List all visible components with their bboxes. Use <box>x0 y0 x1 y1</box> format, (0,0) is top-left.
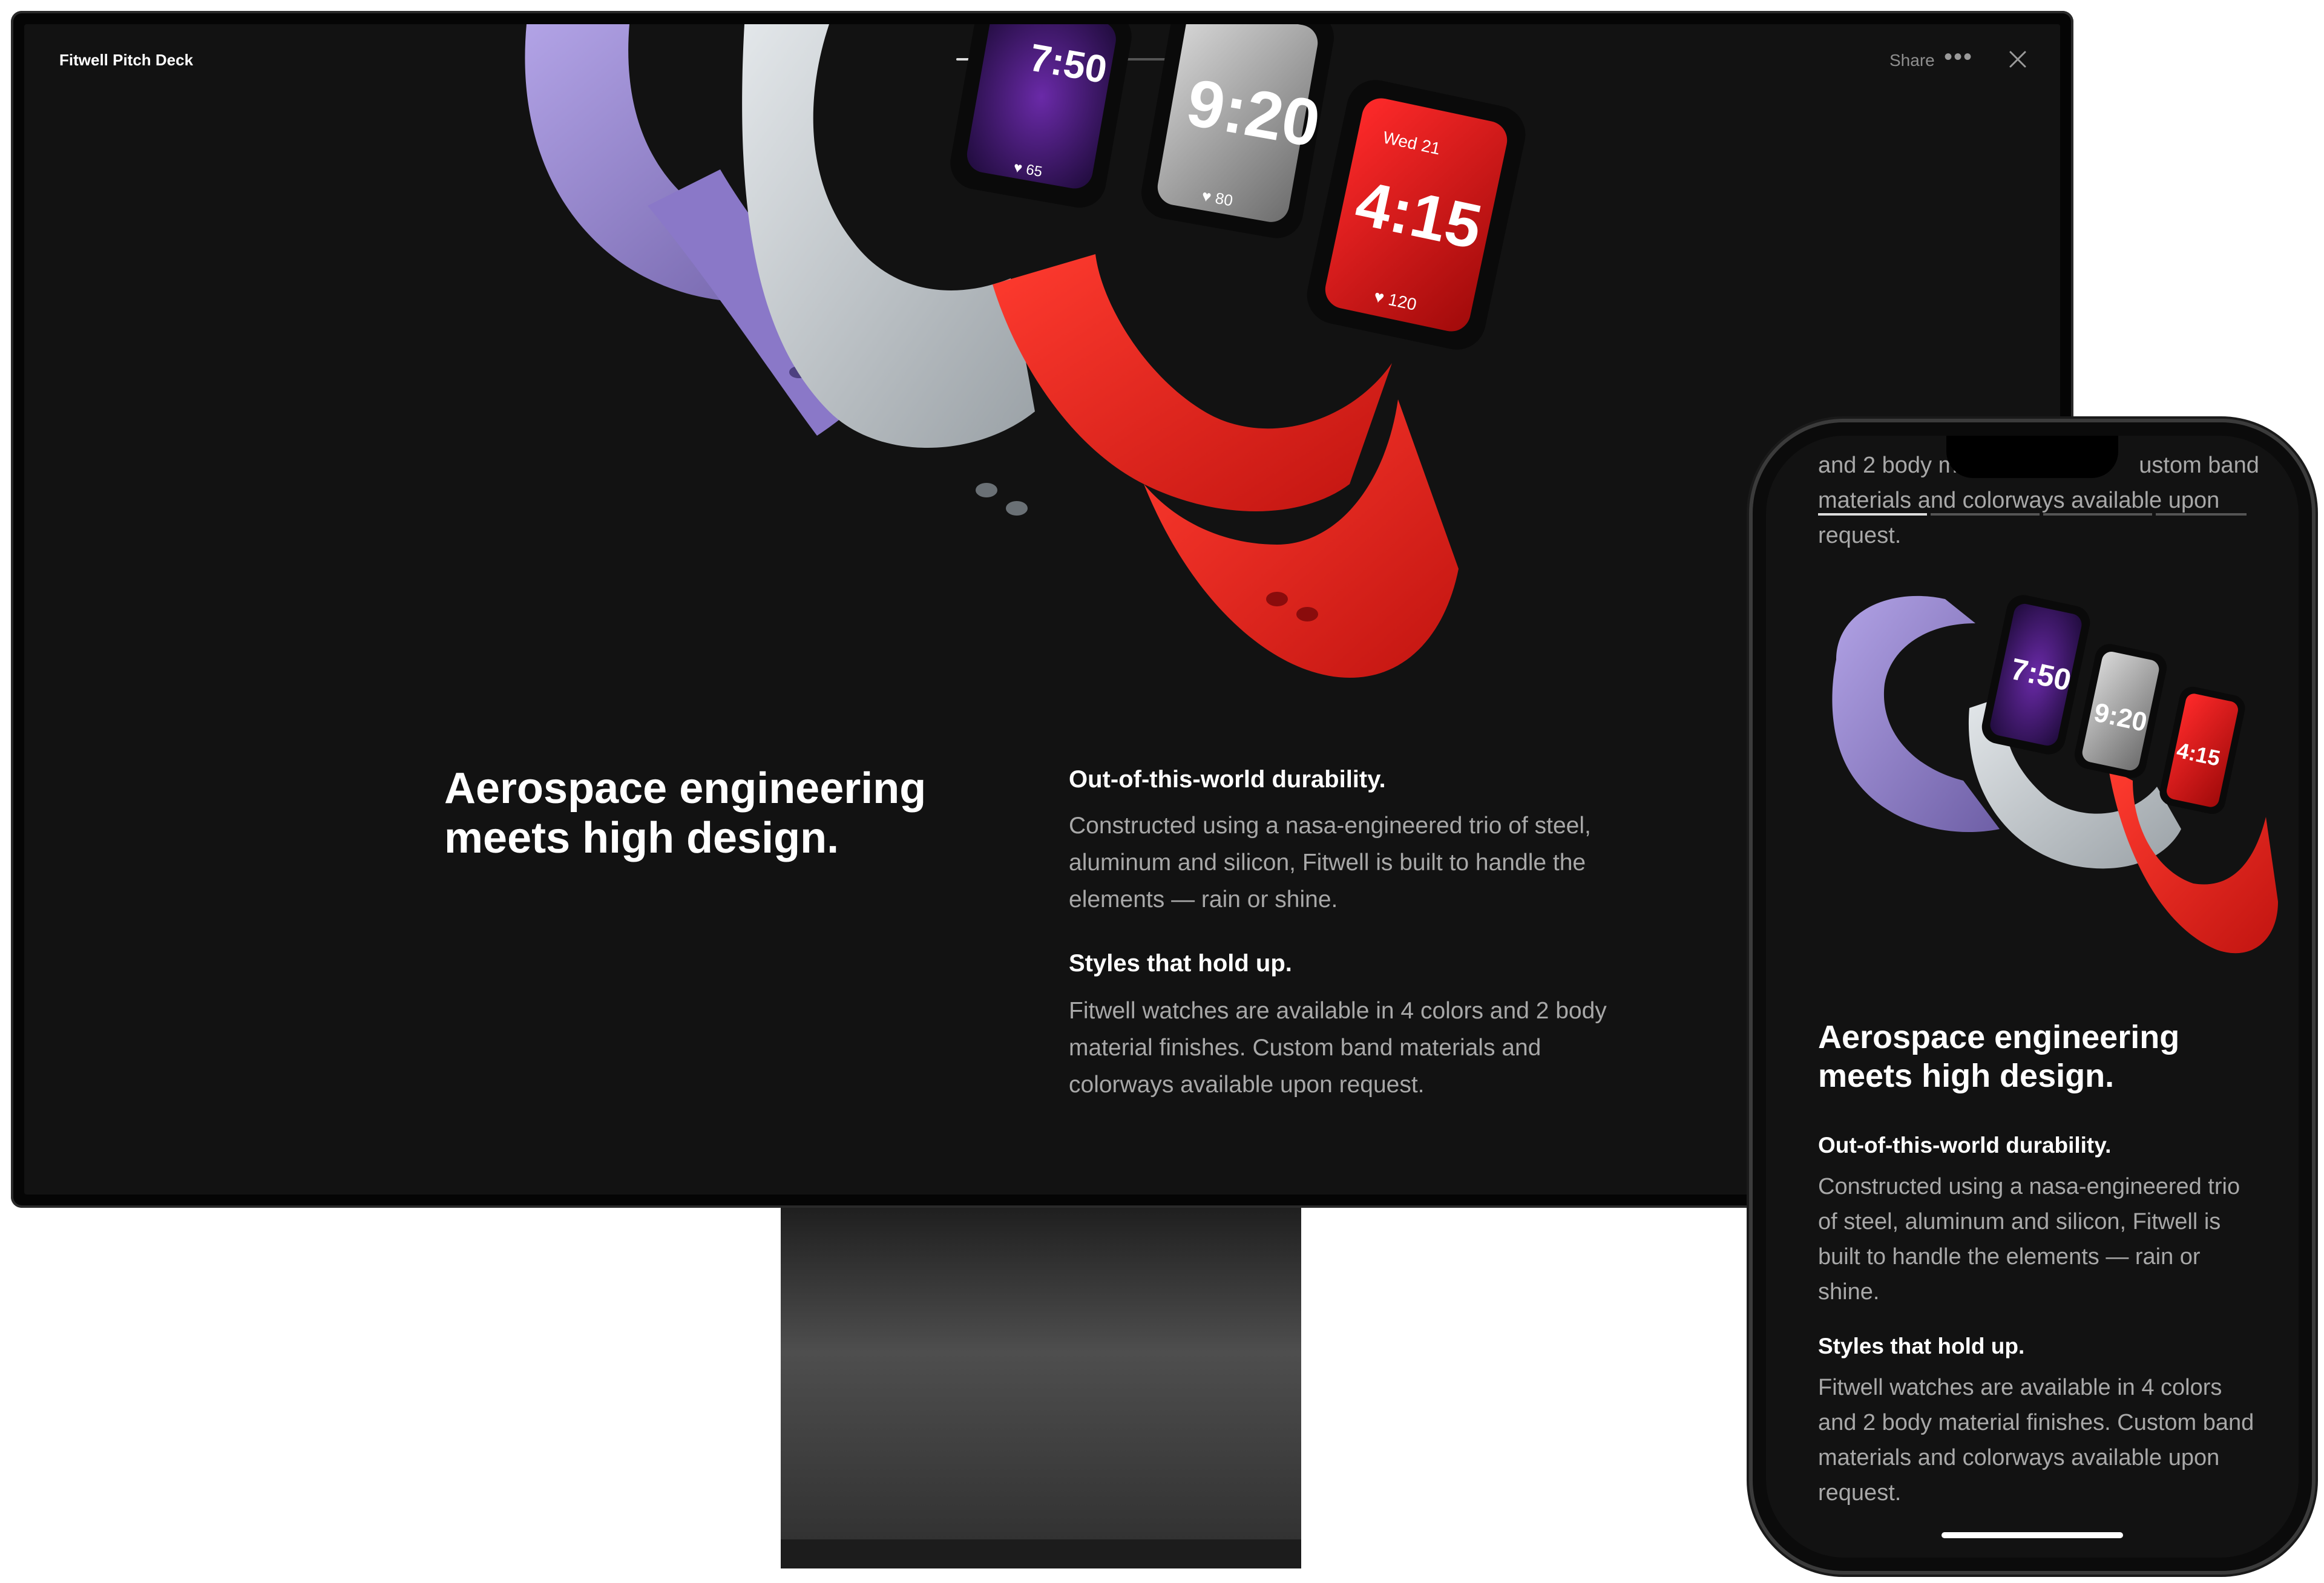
phone-progress-seg-3 <box>2043 513 2152 516</box>
phone-screen: and 2 body m ustom band materials and col… <box>1766 436 2299 1558</box>
phone-durability-title: Out-of-this-world durability. <box>1818 1133 2112 1158</box>
close-icon[interactable] <box>2006 47 2030 71</box>
phone-power-button <box>2312 726 2318 853</box>
slide-heading: Aerospace engineering meets high design. <box>444 764 927 862</box>
styles-body: Fitwell watches are available in 4 color… <box>1069 998 1607 1098</box>
styles-title: Styles that hold up. <box>1069 950 1292 977</box>
durability-body: Constructed using a nasa-engineered trio… <box>1069 813 1591 913</box>
phone-progress-seg-2 <box>1931 513 2040 516</box>
phone-durability-body: Constructed using a nasa-engineered trio… <box>1818 1174 2240 1305</box>
phone-progress-seg-4 <box>2156 513 2247 516</box>
phone-styles-body: Fitwell watches are available in 4 color… <box>1818 1375 2254 1506</box>
phone-device: and 2 body m ustom band materials and col… <box>1753 422 2312 1571</box>
phone-volume-up <box>1747 702 1753 781</box>
phone-notch <box>1946 436 2118 478</box>
share-button[interactable]: Share <box>1889 51 1935 70</box>
durability-title: Out-of-this-world durability. <box>1069 766 1386 793</box>
silver-watch-heart: 80 <box>1214 189 1235 210</box>
app-title: Fitwell Pitch Deck <box>59 51 194 69</box>
phone-volume-down <box>1747 799 1753 877</box>
purple-watch-heart: 65 <box>1025 162 1043 180</box>
phone-watches-image: 7:50 9:20 4:15 <box>1832 595 2278 954</box>
home-indicator[interactable] <box>1942 1532 2123 1538</box>
phone-slide-heading: Aerospace engineering meets high design. <box>1818 1019 2180 1094</box>
more-options-icon[interactable]: ••• <box>1944 45 1973 69</box>
hero-watches-image: 7:50 ♥ 65 9:20 ♥ 80 Wed 21 4:15 ♥ 120 <box>525 24 1526 678</box>
phone-progress-seg-1 <box>1818 513 1927 516</box>
phone-styles-title: Styles that hold up. <box>1818 1334 2025 1358</box>
phone-mute-switch <box>1747 635 1753 672</box>
monitor-stand <box>781 1208 1301 1568</box>
